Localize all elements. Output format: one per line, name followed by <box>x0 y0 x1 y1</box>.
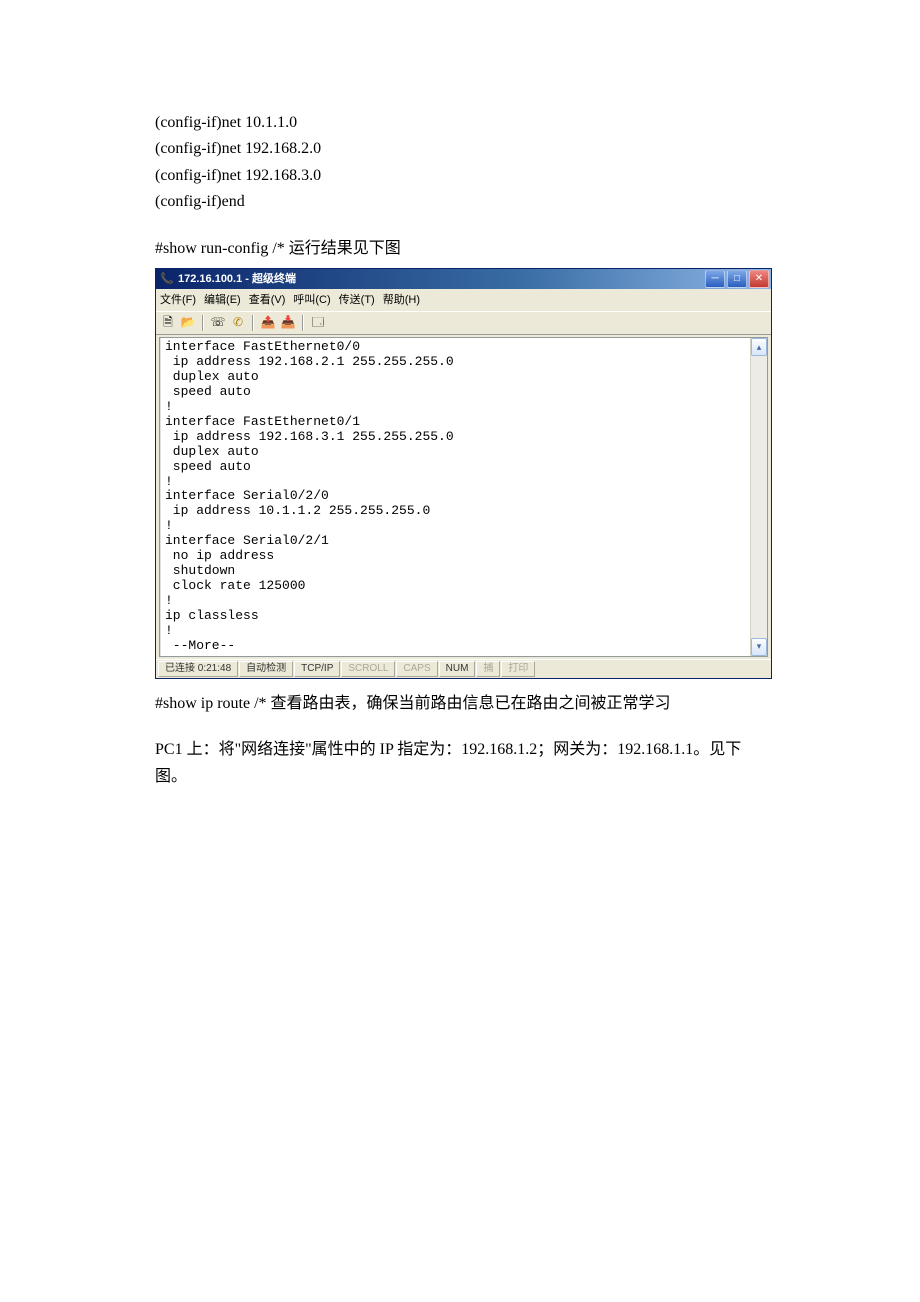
menu-edit[interactable]: 编辑(E) <box>204 291 241 309</box>
menu-file[interactable]: 文件(F) <box>160 291 196 309</box>
client-area: interface FastEthernet0/0 ip address 192… <box>156 335 771 659</box>
toolbar: 🗎 📂 ☏ ✆ 📤 📥 🗔 <box>156 311 771 335</box>
connect-icon[interactable]: ☏ <box>210 315 226 331</box>
send-icon[interactable]: 📤 <box>260 315 276 331</box>
window-title: 172.16.100.1 - 超级终端 <box>178 270 296 288</box>
status-num: NUM <box>439 661 476 677</box>
new-icon[interactable]: 🗎 <box>160 315 176 331</box>
titlebar[interactable]: 📞 172.16.100.1 - 超级终端 ─ □ ✕ <box>156 269 771 289</box>
app-icon: 📞 <box>160 272 174 286</box>
document-page: (config-if)net 10.1.1.0 (config-if)net 1… <box>0 0 920 1302</box>
menu-call[interactable]: 呼叫(C) <box>293 291 330 309</box>
maximize-button[interactable]: □ <box>727 270 747 288</box>
scroll-up-icon[interactable]: ▴ <box>751 338 767 356</box>
status-capture: 捕 <box>476 661 500 677</box>
terminal-output[interactable]: interface FastEthernet0/0 ip address 192… <box>160 338 750 656</box>
properties-icon[interactable]: 🗔 <box>310 315 326 331</box>
status-scroll: SCROLL <box>341 661 395 677</box>
hyperterminal-window: 📞 172.16.100.1 - 超级终端 ─ □ ✕ 文件(F) 编辑(E) … <box>155 268 772 679</box>
config-line: (config-if)net 10.1.1.0 <box>155 110 765 136</box>
scrollbar[interactable]: ▴ ▾ <box>750 338 767 656</box>
menu-view[interactable]: 查看(V) <box>249 291 286 309</box>
status-tcpip: TCP/IP <box>294 661 340 677</box>
receive-icon[interactable]: 📥 <box>280 315 296 331</box>
menubar: 文件(F) 编辑(E) 查看(V) 呼叫(C) 传送(T) 帮助(H) <box>156 289 771 311</box>
scroll-down-icon[interactable]: ▾ <box>751 638 767 656</box>
show-route-line: #show ip route /* 查看路由表，确保当前路由信息已在路由之间被正… <box>155 691 765 717</box>
config-line: (config-if)net 192.168.3.0 <box>155 163 765 189</box>
statusbar: 已连接 0:21:48 自动检测 TCP/IP SCROLL CAPS NUM … <box>156 659 771 678</box>
disconnect-icon[interactable]: ✆ <box>230 315 246 331</box>
config-line: (config-if)end <box>155 189 765 215</box>
minimize-button[interactable]: ─ <box>705 270 725 288</box>
config-line: (config-if)net 192.168.2.0 <box>155 136 765 162</box>
terminal-frame: interface FastEthernet0/0 ip address 192… <box>159 337 768 657</box>
menu-transfer[interactable]: 传送(T) <box>339 291 375 309</box>
menu-help[interactable]: 帮助(H) <box>383 291 420 309</box>
open-icon[interactable]: 📂 <box>180 315 196 331</box>
status-connected: 已连接 0:21:48 <box>158 661 238 677</box>
show-run-line: #show run-config /* 运行结果见下图 <box>155 236 765 262</box>
status-autodetect: 自动检测 <box>239 661 293 677</box>
pc1-line: PC1 上：将"网络连接"属性中的 IP 指定为：192.168.1.2；网关为… <box>155 737 765 790</box>
status-caps: CAPS <box>396 661 437 677</box>
close-button[interactable]: ✕ <box>749 270 769 288</box>
status-print: 打印 <box>501 661 535 677</box>
